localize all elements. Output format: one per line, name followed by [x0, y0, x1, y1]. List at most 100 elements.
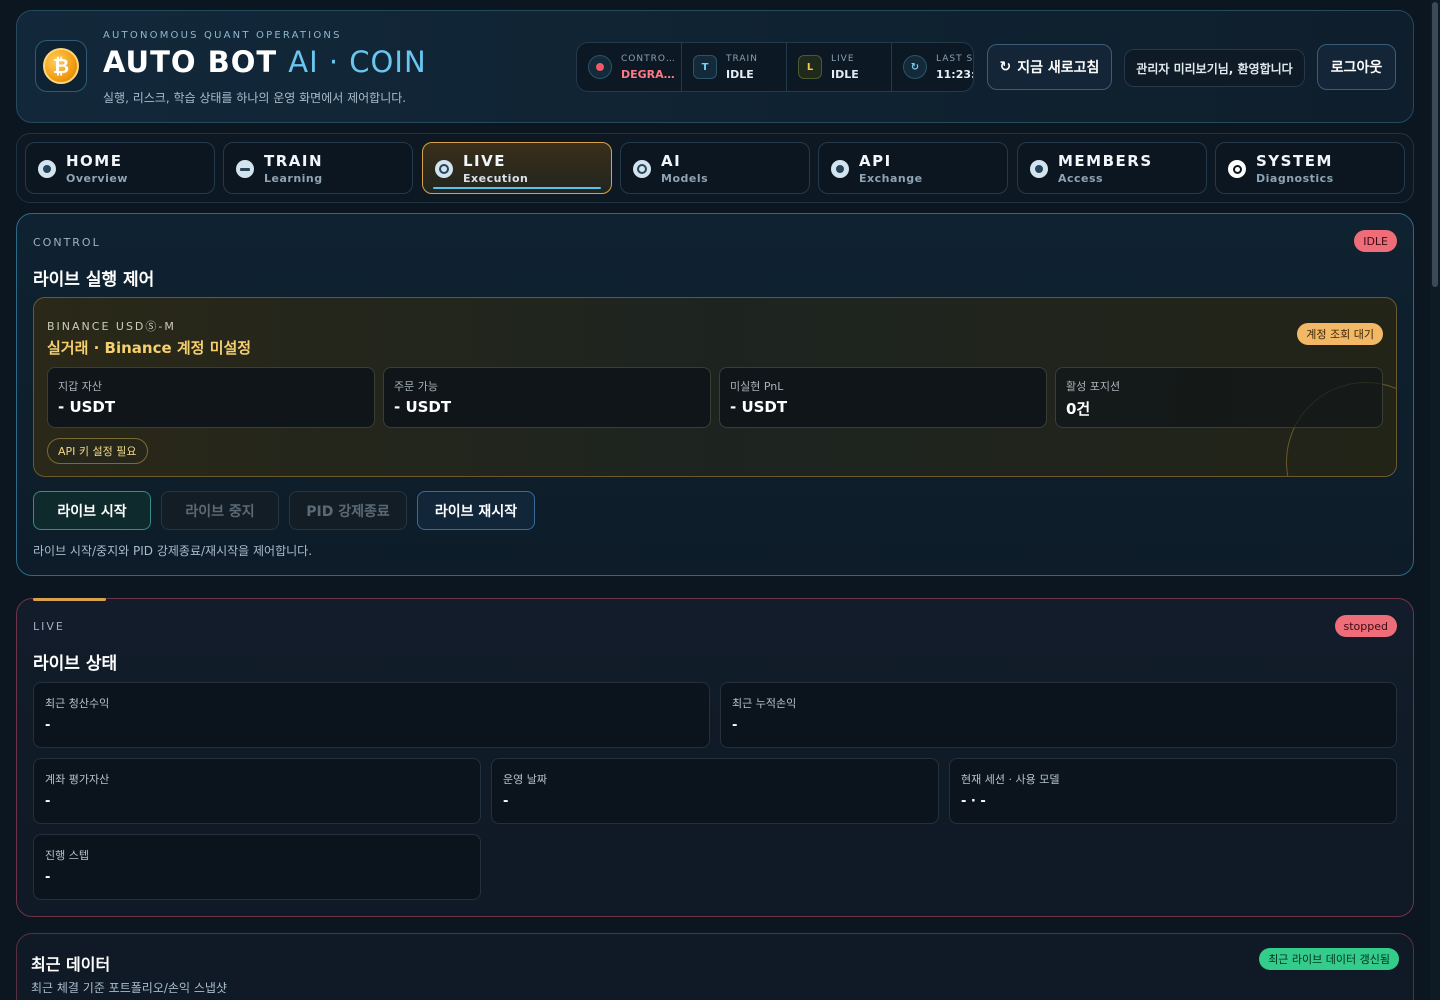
tab-ai[interactable]: AI Models [620, 142, 810, 194]
stat-value: - USDT [58, 398, 116, 416]
ai-icon [633, 160, 651, 178]
record-dot-icon [588, 55, 612, 79]
tab-name: MEMBERS [1058, 152, 1153, 170]
available-balance-stat: 주문 가능 - USDT [383, 367, 711, 428]
status-value: IDLE [831, 67, 859, 81]
status-control: CONTRO… DEGRA… [577, 43, 682, 91]
unrealized-pnl-stat: 미실현 PnL - USDT [719, 367, 1047, 428]
account-status-badge: 계정 조회 대기 [1297, 323, 1383, 345]
recent-status-badge: 최근 라이브 데이터 갱신됨 [1259, 948, 1399, 970]
recent-title: 최근 데이터 [31, 955, 111, 974]
wallet-balance-stat: 지갑 자산 - USDT [47, 367, 375, 428]
tab-sub: Models [661, 172, 709, 185]
status-value: IDLE [726, 67, 754, 81]
stat-label: 지갑 자산 [58, 380, 102, 393]
api-key-required-tag[interactable]: API 키 설정 필요 [47, 438, 148, 464]
train-icon: T [693, 55, 717, 79]
refresh-button[interactable]: ↻ 지금 새로고침 [987, 44, 1112, 90]
last-realized-profit-metric: 최근 청산수익 - [33, 682, 710, 748]
live-icon: L [798, 55, 822, 79]
header-subtitle: 실행, 리스크, 학습 상태를 하나의 운영 화면에서 제어합니다. [103, 91, 407, 105]
active-tab-underline [433, 187, 601, 189]
metric-value: - [45, 794, 51, 809]
refresh-icon: ↻ [999, 59, 1012, 75]
metric-value: - [45, 870, 51, 885]
pid-kill-button[interactable]: PID 강제종료 [289, 491, 407, 530]
tab-name: TRAIN [264, 152, 324, 170]
tab-api[interactable]: API Exchange [818, 142, 1008, 194]
tab-name: SYSTEM [1256, 152, 1333, 170]
tab-sub: Overview [66, 172, 128, 185]
members-icon [1030, 160, 1048, 178]
tab-name: LIVE [463, 152, 506, 170]
stat-label: 주문 가능 [394, 380, 438, 393]
app-title: AUTO BOT AI · COIN [103, 45, 427, 79]
stat-value: 0건 [1066, 400, 1091, 418]
stat-label: 미실현 PnL [730, 380, 784, 393]
live-status-badge: stopped [1334, 615, 1397, 637]
account-eyebrow: BINANCE USDⓈ-M [47, 320, 176, 333]
api-icon [831, 160, 849, 178]
control-status-badge: IDLE [1354, 230, 1397, 252]
scrollbar-thumb[interactable] [1432, 2, 1438, 287]
page-scrollbar[interactable] [1430, 0, 1440, 1000]
bitcoin-coin-icon: ₿ [43, 48, 79, 84]
live-start-button[interactable]: 라이브 시작 [33, 491, 151, 530]
tab-sub: Access [1058, 172, 1104, 185]
status-label: LAST ST [936, 53, 974, 64]
tab-live[interactable]: LIVE Execution [422, 142, 612, 194]
status-train: T TRAIN IDLE [682, 43, 787, 91]
control-title: 라이브 실행 제어 [33, 270, 155, 290]
welcome-badge: 관리자 미리보기님, 환영합니다 [1124, 49, 1305, 87]
tab-name: API [859, 152, 892, 170]
operation-date-metric: 운영 날짜 - [491, 758, 939, 824]
app-header: ₿ AUTONOMOUS QUANT OPERATIONS AUTO BOT A… [16, 10, 1414, 123]
tab-home[interactable]: HOME Overview [25, 142, 215, 194]
tab-members[interactable]: MEMBERS Access [1017, 142, 1207, 194]
live-status-panel: LIVE 라이브 상태 stopped 최근 청산수익 - 최근 누적손익 - … [16, 598, 1414, 917]
tab-train[interactable]: TRAIN Learning [223, 142, 413, 194]
metric-value: - [503, 794, 509, 809]
status-value: DEGRA… [621, 67, 675, 81]
status-last-sync: ↻ LAST ST 11:23:3 [892, 43, 974, 91]
header-eyebrow: AUTONOMOUS QUANT OPERATIONS [103, 30, 342, 41]
app-title-main: AUTO BOT [103, 45, 289, 79]
live-restart-button[interactable]: 라이브 재시작 [417, 491, 535, 530]
metric-value: - · - [961, 794, 986, 809]
live-stop-button[interactable]: 라이브 중지 [161, 491, 279, 530]
tab-system[interactable]: SYSTEM Diagnostics [1215, 142, 1405, 194]
control-panel: CONTROL 라이브 실행 제어 IDLE BINANCE USDⓈ-M 실거… [16, 213, 1414, 576]
active-positions-stat: 활성 포지션 0건 [1055, 367, 1383, 428]
recent-data-panel: 최근 데이터 최근 체결 기준 포트폴리오/손익 스냅샷 최근 라이브 데이터 … [16, 933, 1414, 1000]
live-target-icon [435, 160, 453, 178]
metric-label: 현재 세션 · 사용 모델 [961, 773, 1060, 786]
home-icon [38, 160, 56, 178]
status-value: 11:23:3 [936, 67, 973, 81]
recent-subtitle: 최근 체결 기준 포트폴리오/손익 스냅샷 [31, 981, 227, 995]
live-title: 라이브 상태 [33, 654, 118, 674]
status-live: L LIVE IDLE [787, 43, 892, 91]
gear-icon [1228, 160, 1246, 178]
account-equity-metric: 계좌 평가자산 - [33, 758, 481, 824]
metric-value: - [732, 718, 738, 733]
control-description: 라이브 시작/중지와 PID 강제종료/재시작을 제어합니다. [33, 544, 313, 558]
app-title-accent: AI · COIN [288, 45, 427, 79]
session-model-metric: 현재 세션 · 사용 모델 - · - [949, 758, 1397, 824]
binance-account-card: BINANCE USDⓈ-M 실거래 · Binance 계정 미설정 계정 조… [33, 297, 1397, 477]
metric-label: 운영 날짜 [503, 773, 547, 786]
tab-name: HOME [66, 152, 123, 170]
tab-sub: Exchange [859, 172, 923, 185]
logout-button[interactable]: 로그아웃 [1317, 44, 1396, 90]
status-label: LIVE [831, 53, 855, 64]
metric-label: 계좌 평가자산 [45, 773, 110, 786]
panel-accent-bar [33, 598, 106, 601]
account-title: 실거래 · Binance 계정 미설정 [47, 339, 252, 357]
tab-sub: Execution [463, 172, 529, 185]
status-strip: CONTRO… DEGRA… T TRAIN IDLE L LIVE IDLE … [576, 42, 974, 92]
refresh-small-icon: ↻ [903, 55, 927, 79]
stat-value: - USDT [394, 398, 452, 416]
control-eyebrow: CONTROL [33, 236, 101, 249]
logo: ₿ [35, 40, 87, 92]
refresh-button-label: 지금 새로고침 [1017, 60, 1100, 76]
stat-value: - USDT [730, 398, 788, 416]
